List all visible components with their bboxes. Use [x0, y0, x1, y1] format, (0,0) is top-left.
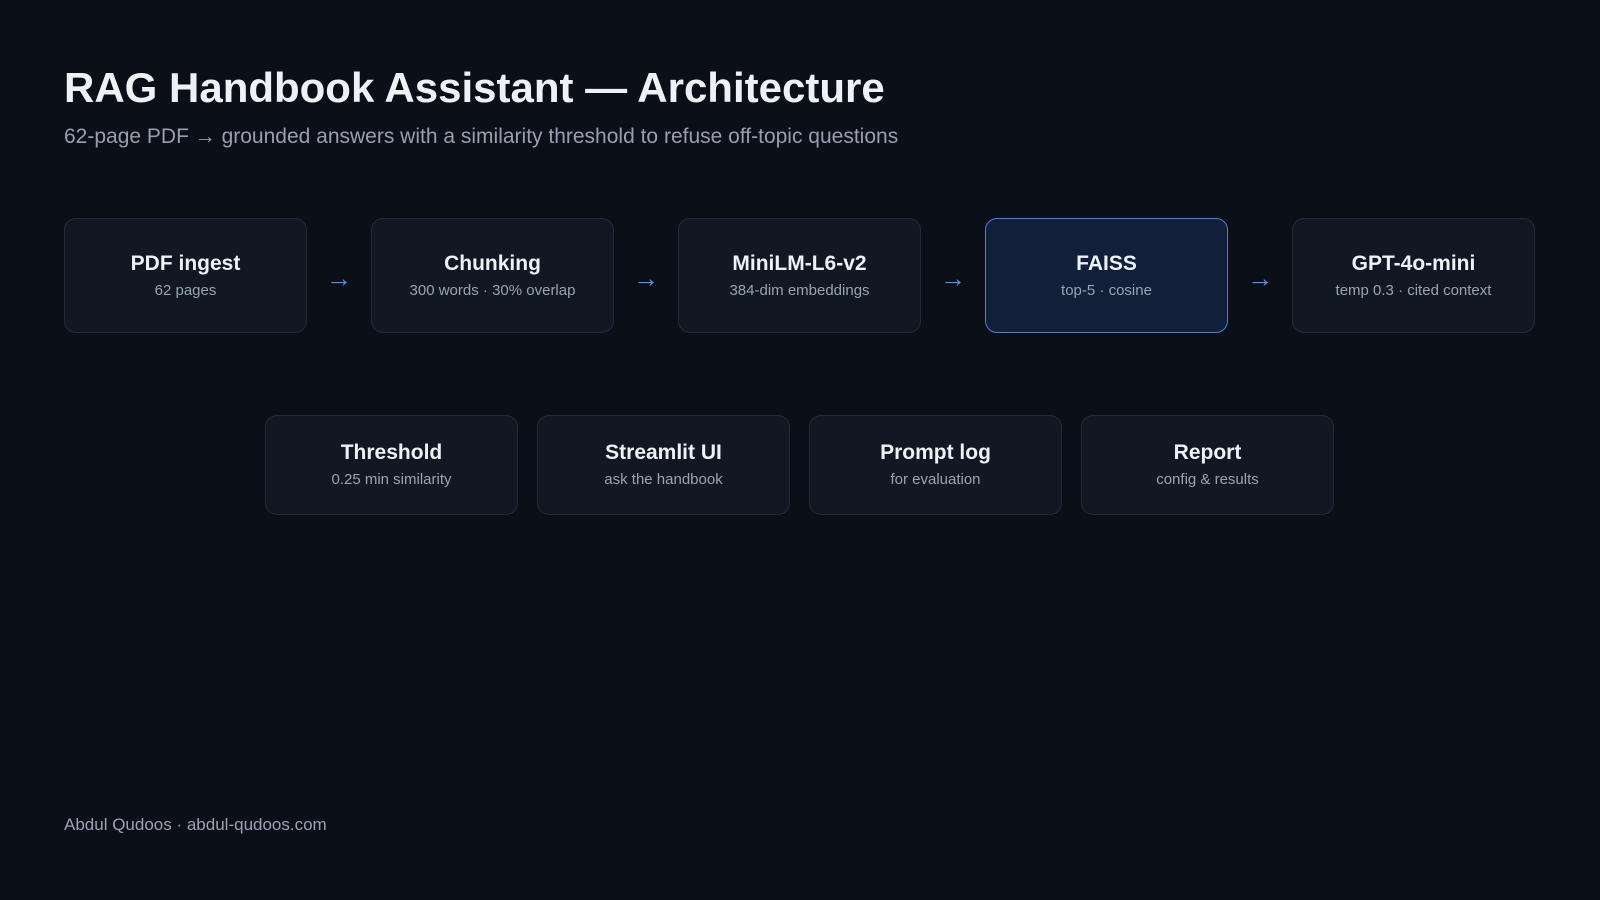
- node-subtitle: top-5 · cosine: [1061, 281, 1152, 299]
- node-subtitle: 62 pages: [154, 281, 217, 299]
- pipeline-flow: PDF ingest 62 pages → Chunking 300 words…: [64, 218, 1535, 333]
- node-title: Chunking: [444, 251, 541, 275]
- node-subtitle: 384-dim embeddings: [729, 281, 870, 299]
- component-threshold: Threshold 0.25 min similarity: [265, 415, 518, 515]
- pipeline-node-pdf-ingest: PDF ingest 62 pages: [64, 218, 307, 333]
- component-streamlit-ui: Streamlit UI ask the handbook: [537, 415, 790, 515]
- component-subtitle: 0.25 min similarity: [331, 471, 452, 488]
- node-title: PDF ingest: [130, 251, 241, 275]
- pipeline-node-chunking: Chunking 300 words · 30% overlap: [371, 218, 614, 333]
- component-title: Prompt log: [880, 441, 991, 464]
- node-subtitle: 300 words · 30% overlap: [409, 281, 576, 299]
- component-subtitle: for evaluation: [890, 471, 981, 488]
- pipeline-node-llm: GPT-4o-mini temp 0.3 · cited context: [1292, 218, 1535, 333]
- component-subtitle: config & results: [1156, 471, 1259, 488]
- component-subtitle: ask the handbook: [604, 471, 723, 488]
- arrow-right-icon: →: [940, 262, 966, 293]
- supporting-components: Threshold 0.25 min similarity Streamlit …: [265, 415, 1334, 515]
- node-title: FAISS: [1076, 251, 1137, 275]
- node-subtitle: temp 0.3 · cited context: [1335, 281, 1492, 299]
- pipeline-node-embeddings: MiniLM-L6-v2 384-dim embeddings: [678, 218, 921, 333]
- component-prompt-log: Prompt log for evaluation: [809, 415, 1062, 515]
- node-title: GPT-4o-mini: [1351, 251, 1476, 275]
- page-subtitle: 62-page PDF → grounded answers with a si…: [64, 125, 899, 148]
- component-title: Streamlit UI: [605, 441, 722, 464]
- node-title: MiniLM-L6-v2: [732, 251, 867, 275]
- component-title: Report: [1173, 441, 1242, 464]
- arrow-right-icon: →: [326, 262, 352, 293]
- pipeline-node-faiss: FAISS top-5 · cosine: [985, 218, 1228, 333]
- header: RAG Handbook Assistant — Architecture 62…: [64, 62, 898, 152]
- footer-credit: Abdul Qudoos · abdul-qudoos.com: [64, 815, 327, 834]
- arrow-right-icon: →: [633, 262, 659, 293]
- arrow-right-icon: →: [1247, 262, 1273, 293]
- component-title: Threshold: [340, 441, 443, 464]
- component-report: Report config & results: [1081, 415, 1334, 515]
- page-title: RAG Handbook Assistant — Architecture: [64, 64, 885, 111]
